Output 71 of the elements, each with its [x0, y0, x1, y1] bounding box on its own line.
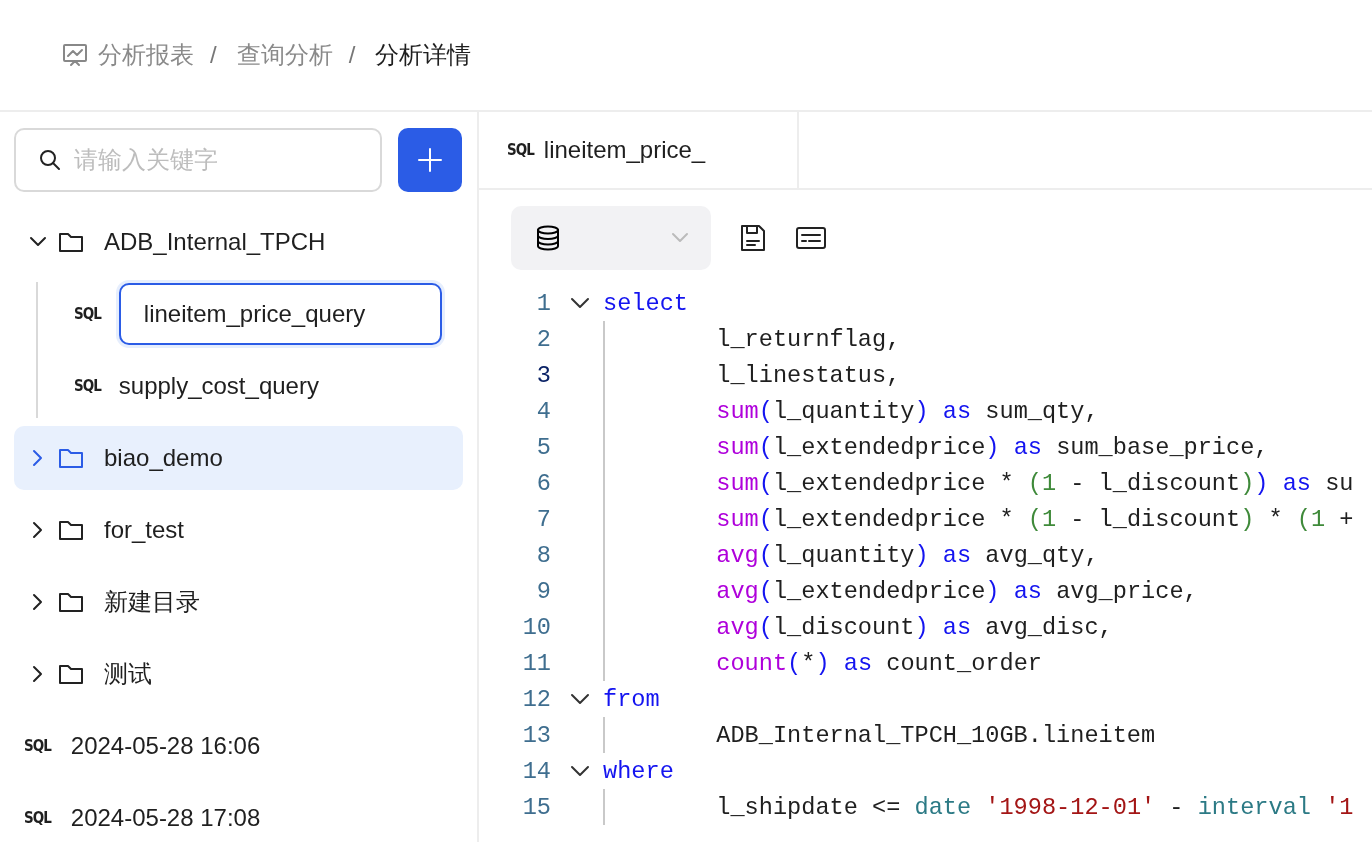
line-number: 9 [535, 577, 551, 605]
code-line: ADB_Internal_TPCH_10GB.lineitem [716, 721, 1156, 749]
search-field[interactable]: 请输入关键字 [14, 128, 382, 192]
line-number: 5 [535, 433, 551, 461]
sql-label: SQL [74, 305, 101, 323]
folder-icon [58, 519, 84, 541]
line-number: 4 [535, 397, 551, 425]
line-number: 14 [521, 757, 551, 785]
line-number: 3 [535, 361, 551, 389]
code-line: select [603, 289, 688, 317]
code-line: from [603, 685, 660, 713]
keyboard-icon [795, 225, 827, 251]
folder-icon [58, 591, 84, 613]
tree-item[interactable]: SQL 2024-05-28 17:08 [14, 786, 463, 842]
line-number: 15 [521, 793, 551, 821]
database-select[interactable] [511, 206, 711, 270]
rename-field[interactable]: lineitem_price_query [118, 283, 442, 345]
chevron-down-icon [671, 232, 689, 244]
breadcrumb-separator: / [348, 41, 356, 69]
breadcrumb-separator: / [210, 41, 217, 69]
code-line: avg(l_discount) as avg_disc, [716, 613, 1113, 641]
sql-label: SQL [24, 737, 51, 755]
line-number: 2 [535, 325, 551, 353]
tree-item[interactable]: 新建目录 [14, 570, 463, 634]
breadcrumb-item: 分析详情 [375, 40, 472, 70]
tree-item[interactable]: SQL 2024-05-28 16:06 [14, 714, 463, 778]
code-line: avg(l_quantity) as avg_qty, [716, 541, 1099, 569]
line-number: 6 [535, 469, 551, 497]
code-line: l_returnflag, [716, 325, 901, 353]
line-number: 13 [521, 721, 551, 749]
line-number: 12 [521, 685, 551, 713]
code-line: sum(l_quantity) as sum_qty, [716, 397, 1099, 425]
tree-item[interactable]: SQL supply_cost_query [74, 354, 463, 418]
line-number: 1 [535, 289, 551, 317]
chevron-right-icon [32, 665, 44, 683]
code-line: sum(l_extendedprice * (1 - l_discount) * (1 + [716, 505, 1354, 533]
add-button[interactable] [398, 128, 462, 192]
chevron-right-icon [32, 521, 44, 539]
tree-item[interactable]: biao_demo [14, 426, 463, 490]
save-icon [739, 223, 767, 253]
code-line: sum(l_extendedprice) as sum_base_price, [716, 433, 1269, 461]
fold-chevron-icon[interactable] [570, 765, 590, 777]
save-button[interactable] [739, 223, 767, 253]
code-line: sum(l_extendedprice * (1 - l_discount)) as su [716, 469, 1354, 497]
code-line: l_linestatus, [716, 361, 901, 389]
plus-icon [417, 147, 443, 173]
folder-icon [58, 663, 84, 685]
chevron-right-icon [32, 593, 44, 611]
code-line: where [603, 757, 674, 785]
folder-icon [58, 231, 84, 253]
tree-item[interactable]: ADB_Internal_TPCH [14, 210, 463, 274]
chevron-down-icon [29, 236, 47, 248]
sql-label: SQL [74, 377, 101, 395]
fold-chevron-icon[interactable] [570, 297, 590, 309]
line-number: 10 [521, 613, 551, 641]
tree-item[interactable]: 测试 [14, 642, 463, 706]
chart-monitor-icon [62, 43, 88, 67]
database-icon [535, 225, 561, 251]
chevron-right-icon [32, 449, 44, 467]
line-number: 7 [535, 505, 551, 533]
format-button[interactable] [795, 225, 827, 251]
folder-icon [58, 447, 84, 469]
code-line: l_shipdate <= date '1998-12-01' - interval '1 [716, 793, 1354, 821]
tree-item[interactable]: for_test [14, 498, 463, 562]
fold-chevron-icon[interactable] [570, 693, 590, 705]
code-line: count(*) as count_order [716, 649, 1042, 677]
code-line: avg(l_extendedprice) as avg_price, [716, 577, 1198, 605]
line-number: 8 [535, 541, 551, 569]
line-number: 11 [521, 649, 551, 677]
sql-label: SQL [24, 809, 51, 827]
search-icon [38, 148, 62, 172]
